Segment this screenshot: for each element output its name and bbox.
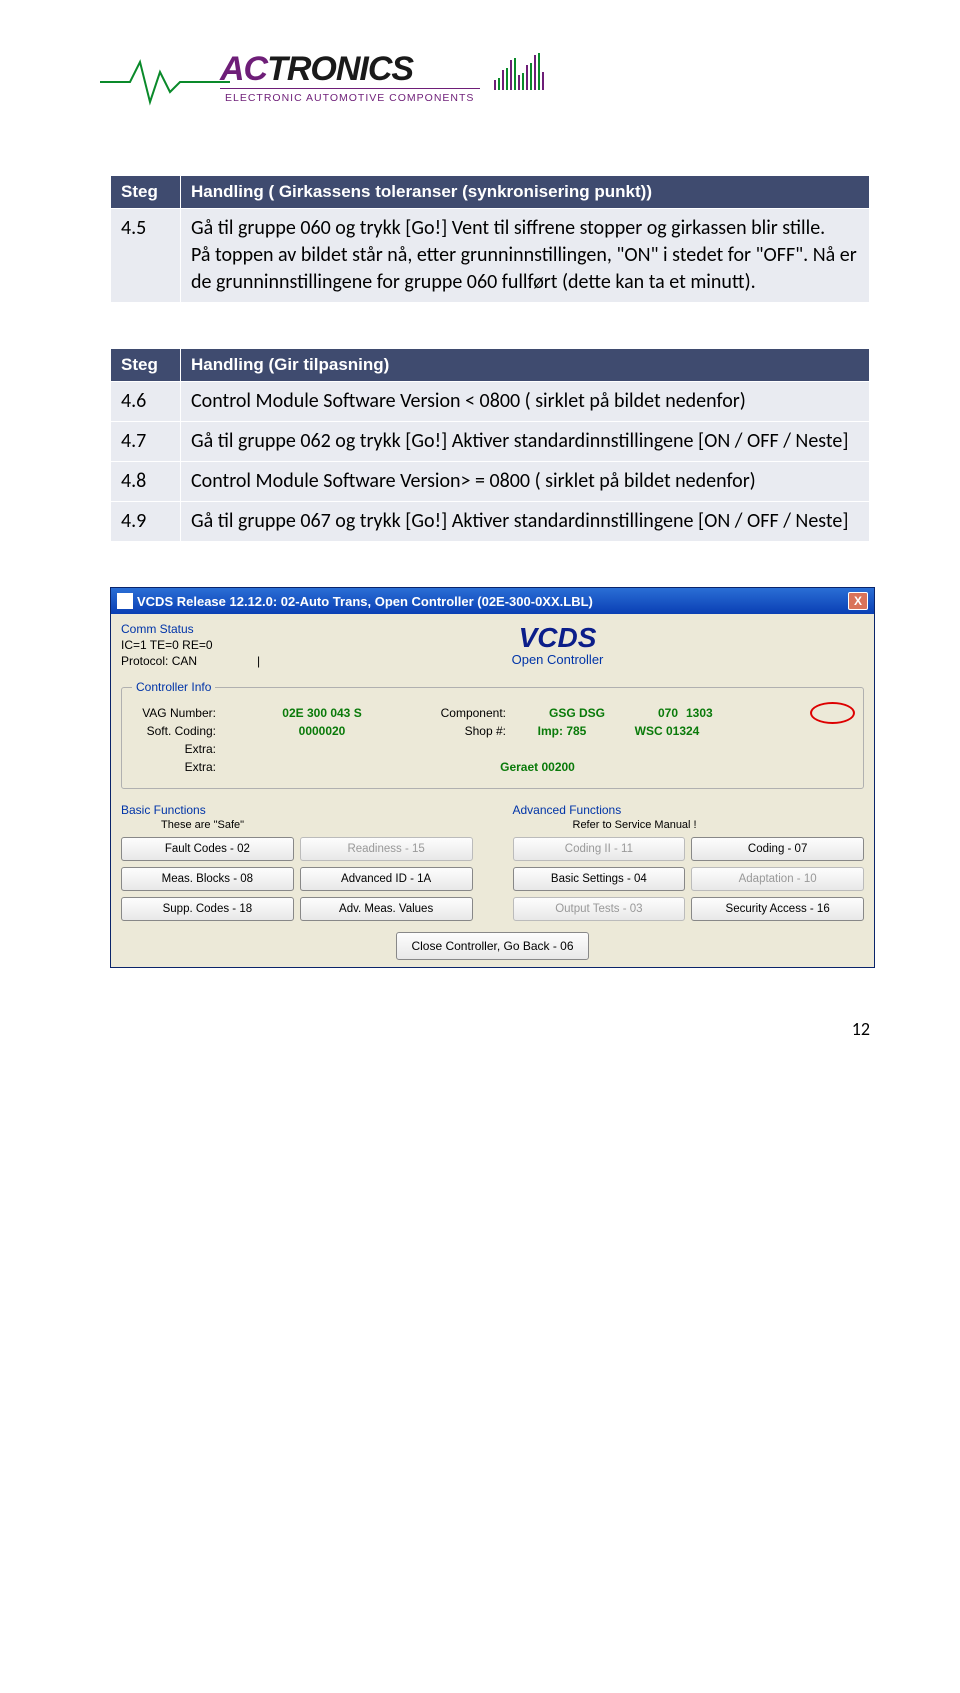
- vcds-window: VCDS Release 12.12.0: 02-Auto Trans, Ope…: [110, 587, 875, 968]
- vcds-logo-block: VCDS Open Controller: [351, 622, 764, 668]
- adaptation-button[interactable]: Adaptation - 10: [691, 867, 864, 891]
- step-text: Gå til gruppe 067 og trykk [Go!] Aktiver…: [181, 502, 870, 542]
- basic-sub: These are "Safe": [121, 819, 473, 831]
- table-row: 4.8 Control Module Software Version> = 0…: [111, 462, 870, 502]
- label-shop: Shop #:: [422, 724, 512, 738]
- advanced-id-button[interactable]: Advanced ID - 1A: [300, 867, 473, 891]
- step-text: Gå til gruppe 060 og trykk [Go!] Vent ti…: [181, 209, 870, 303]
- table-tilpasning: Steg Handling (Gir tilpasning) 4.6 Contr…: [110, 348, 870, 542]
- step-num: 4.5: [111, 209, 181, 303]
- table-toleranser: Steg Handling ( Girkassens toleranser (s…: [110, 175, 870, 303]
- window-title: VCDS Release 12.12.0: 02-Auto Trans, Ope…: [137, 594, 593, 609]
- step-num: 4.7: [111, 422, 181, 462]
- titlebar: VCDS Release 12.12.0: 02-Auto Trans, Ope…: [111, 588, 874, 614]
- th-handling: Handling (Gir tilpasning): [181, 349, 870, 382]
- basic-title: Basic Functions: [121, 803, 473, 817]
- value-soft: 0000020: [222, 724, 422, 738]
- comm-line-1: IC=1 TE=0 RE=0: [121, 638, 351, 652]
- vcds-logo-sub: Open Controller: [351, 652, 764, 667]
- controller-legend: Controller Info: [132, 680, 215, 694]
- th-steg: Steg: [111, 176, 181, 209]
- logo-brand-b: TRONICS: [267, 50, 413, 88]
- coding-ii-button[interactable]: Coding II - 11: [513, 837, 686, 861]
- logo-subtitle: ELECTRONIC AUTOMOTIVE COMPONENTS: [225, 92, 474, 104]
- label-extra2: Extra:: [132, 760, 222, 774]
- output-tests-button[interactable]: Output Tests - 03: [513, 897, 686, 921]
- value-extra2: Geraet 00200: [222, 760, 853, 774]
- fault-codes-button[interactable]: Fault Codes - 02: [121, 837, 294, 861]
- coding-button[interactable]: Coding - 07: [691, 837, 864, 861]
- comm-line-2: Protocol: CAN|: [121, 654, 351, 668]
- label-extra1: Extra:: [132, 742, 222, 756]
- vcds-body: Comm Status IC=1 TE=0 RE=0 Protocol: CAN…: [111, 614, 874, 967]
- th-handling: Handling ( Girkassens toleranser (synkro…: [181, 176, 870, 209]
- adv-meas-values-button[interactable]: Adv. Meas. Values: [300, 897, 473, 921]
- ecg-line-icon: [100, 52, 230, 112]
- table-row: 4.6 Control Module Software Version < 08…: [111, 382, 870, 422]
- table-row: 4.7 Gå til gruppe 062 og trykk [Go!] Akt…: [111, 422, 870, 462]
- readiness-button[interactable]: Readiness - 15: [300, 837, 473, 861]
- step-num: 4.6: [111, 382, 181, 422]
- logo-header: ACTRONICS ELECTRONIC AUTOMOTIVE COMPONEN…: [110, 40, 870, 125]
- step-text: Gå til gruppe 062 og trykk [Go!] Aktiver…: [181, 422, 870, 462]
- th-steg: Steg: [111, 349, 181, 382]
- comm-status: Comm Status IC=1 TE=0 RE=0 Protocol: CAN…: [121, 622, 351, 668]
- comm-status-label: Comm Status: [121, 622, 351, 636]
- controller-info: Controller Info VAG Number: 02E 300 043 …: [121, 680, 864, 789]
- value-component-circled: 1303: [682, 706, 727, 720]
- label-component: Component:: [422, 706, 512, 720]
- supp-codes-button[interactable]: Supp. Codes - 18: [121, 897, 294, 921]
- tally-lines-icon: [490, 50, 560, 92]
- basic-functions: Basic Functions These are "Safe" Fault C…: [121, 803, 473, 921]
- value-vag: 02E 300 043 S: [222, 706, 422, 720]
- label-soft: Soft. Coding:: [132, 724, 222, 738]
- table-row: 4.5 Gå til gruppe 060 og trykk [Go!] Ven…: [111, 209, 870, 303]
- value-shop-imp: Imp: 785: [512, 724, 612, 738]
- app-icon: [117, 593, 133, 609]
- close-controller-button[interactable]: Close Controller, Go Back - 06: [396, 932, 588, 960]
- logo-brand-a: AC: [220, 50, 267, 88]
- value-component: GSG DSG: [512, 706, 642, 720]
- step-text: Control Module Software Version < 0800 (…: [181, 382, 870, 422]
- step-num: 4.9: [111, 502, 181, 542]
- value-component-right: 070: [642, 706, 682, 720]
- close-icon[interactable]: X: [848, 592, 868, 610]
- adv-title: Advanced Functions: [513, 803, 865, 817]
- step-num: 4.8: [111, 462, 181, 502]
- logo-brand: ACTRONICS: [220, 50, 413, 89]
- adv-sub: Refer to Service Manual !: [513, 819, 865, 831]
- table-row: 4.9 Gå til gruppe 067 og trykk [Go!] Akt…: [111, 502, 870, 542]
- vcds-logo: VCDS: [351, 622, 764, 654]
- label-vag: VAG Number:: [132, 706, 222, 720]
- step-text: Control Module Software Version> = 0800 …: [181, 462, 870, 502]
- advanced-functions: Advanced Functions Refer to Service Manu…: [513, 803, 865, 921]
- meas-blocks-button[interactable]: Meas. Blocks - 08: [121, 867, 294, 891]
- logo-divider: [220, 88, 480, 89]
- value-shop-wsc: WSC 01324: [612, 724, 722, 738]
- page-number: 12: [110, 1018, 870, 1040]
- security-access-button[interactable]: Security Access - 16: [691, 897, 864, 921]
- basic-settings-button[interactable]: Basic Settings - 04: [513, 867, 686, 891]
